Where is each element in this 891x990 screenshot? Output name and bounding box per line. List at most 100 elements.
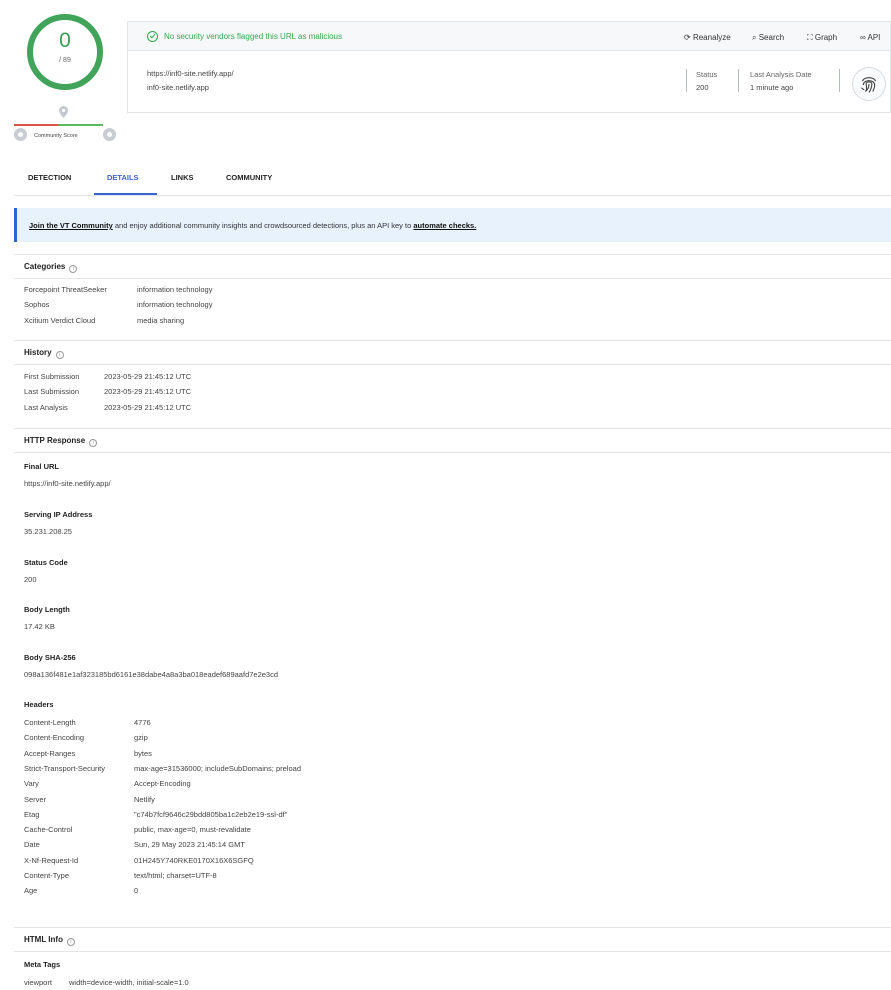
header-key: Vary bbox=[24, 779, 39, 789]
headers-label: Headers bbox=[24, 700, 54, 709]
location-pin-icon bbox=[59, 106, 68, 118]
html-info-title-text: HTML Info bbox=[24, 935, 63, 944]
join-community-link[interactable]: Join the VT Community bbox=[29, 221, 113, 230]
header-value: Sun, 29 May 2023 21:45:14 GMT bbox=[134, 840, 245, 850]
header-value: gzip bbox=[134, 733, 148, 743]
community-info-banner: Join the VT Community and enjoy addition… bbox=[14, 208, 891, 242]
divider bbox=[14, 927, 891, 928]
header-value: bytes bbox=[134, 748, 152, 758]
meta-key: viewport bbox=[24, 978, 52, 987]
header-value: 0 bbox=[134, 886, 139, 896]
verdict-message: No security vendors flagged this URL as … bbox=[164, 32, 343, 41]
status-code-value: 200 bbox=[24, 575, 37, 584]
community-upvote-icon[interactable] bbox=[103, 128, 116, 141]
serving-ip-label: Serving IP Address bbox=[24, 510, 93, 519]
status-code-label: Status Code bbox=[24, 558, 68, 567]
divider bbox=[738, 69, 739, 92]
header-value: "c74b7fcf9646c29bdd805ba1c2eb2e19-ssl-df… bbox=[134, 809, 288, 819]
last-analysis-value: 1 minute ago bbox=[750, 83, 794, 92]
history-key: Last Submission bbox=[24, 387, 80, 396]
category-value: information technology bbox=[137, 300, 213, 309]
api-button[interactable]: ∞ API bbox=[860, 33, 880, 42]
category-value: information technology bbox=[137, 285, 213, 294]
categories-title-text: Categories bbox=[24, 262, 66, 271]
tab-detection[interactable]: DETECTION bbox=[28, 173, 71, 182]
check-circle-icon bbox=[147, 31, 158, 42]
last-analysis-label: Last Analysis Date bbox=[750, 70, 812, 79]
header-value: 4776 bbox=[134, 718, 151, 727]
header-value: public, max-age=0, must-revalidate bbox=[134, 825, 251, 835]
header-value: text/html; charset=UTF-8 bbox=[134, 871, 217, 880]
history-title: History i bbox=[24, 348, 64, 359]
meta-tags-label: Meta Tags bbox=[24, 960, 61, 969]
history-key: Last Analysis bbox=[24, 403, 68, 412]
header-key: Date bbox=[24, 840, 40, 850]
serving-ip-value[interactable]: 35.231.208.25 bbox=[24, 527, 72, 536]
history-value: 2023-05-29 21:45:12 UTC bbox=[104, 403, 192, 412]
header-key: X-Nf-Request-Id bbox=[24, 855, 79, 865]
search-label: Search bbox=[758, 33, 785, 42]
api-icon: ∞ bbox=[860, 33, 866, 42]
header-value: Netlify bbox=[134, 794, 155, 804]
divider bbox=[14, 428, 891, 429]
graph-icon: ⛶ bbox=[807, 33, 813, 42]
reanalyze-button[interactable]: ⟳ Reanalyze bbox=[684, 33, 731, 42]
header-key: Age bbox=[24, 886, 38, 896]
url-summary-card: No security vendors flagged this URL as … bbox=[127, 21, 891, 113]
http-response-title-text: HTTP Response bbox=[24, 436, 86, 445]
history-value: 2023-05-29 21:45:12 UTC bbox=[104, 387, 192, 396]
divider bbox=[14, 195, 891, 196]
info-icon[interactable]: i bbox=[69, 265, 78, 273]
divider bbox=[14, 951, 891, 952]
graph-button[interactable]: ⛶ Graph bbox=[807, 33, 837, 43]
header-key: Server bbox=[24, 794, 47, 804]
divider bbox=[14, 278, 891, 279]
automate-checks-link[interactable]: automate checks. bbox=[413, 221, 476, 230]
body-length-label: Body Length bbox=[24, 605, 70, 614]
community-score-bar bbox=[14, 124, 103, 126]
graph-label: Graph bbox=[814, 33, 838, 42]
body-sha256-value[interactable]: 098a136f481e1af323185bd6161e38dabe4a8a3b… bbox=[24, 670, 278, 679]
history-value: 2023-05-29 21:45:12 UTC bbox=[104, 372, 192, 381]
tab-details[interactable]: DETAILS bbox=[107, 173, 139, 182]
header-key: Accept-Ranges bbox=[24, 748, 76, 758]
html-info-title: HTML Info i bbox=[24, 935, 75, 946]
info-icon[interactable]: i bbox=[89, 439, 98, 447]
scanned-url[interactable]: https://inf0-site.netlify.app/ bbox=[147, 69, 234, 78]
meta-value: width=device-width, initial-scale=1.0 bbox=[69, 978, 189, 987]
header-value: Accept-Encoding bbox=[134, 779, 191, 789]
categories-title: Categories i bbox=[24, 262, 78, 273]
reanalyze-icon: ⟳ bbox=[684, 33, 691, 42]
history-key: First Submission bbox=[24, 372, 80, 381]
info-icon[interactable]: i bbox=[55, 351, 64, 359]
community-downvote-icon[interactable] bbox=[14, 128, 27, 141]
body-length-value: 17.42 KB bbox=[24, 622, 55, 631]
header-key: Content-Encoding bbox=[24, 733, 85, 743]
final-url-value[interactable]: https://inf0-site.netlify.app/ bbox=[24, 479, 111, 488]
status-value: 200 bbox=[696, 83, 709, 92]
header-value: max-age=31536000; includeSubDomains; pre… bbox=[134, 763, 301, 773]
category-value: media sharing bbox=[137, 316, 185, 325]
header-key: Content-Type bbox=[24, 871, 70, 880]
api-label: API bbox=[867, 33, 881, 42]
fingerprint-icon bbox=[852, 67, 886, 101]
verdict-banner: No security vendors flagged this URL as … bbox=[128, 22, 890, 51]
final-url-label: Final URL bbox=[24, 462, 59, 471]
community-info-middle: and enjoy additional community insights … bbox=[112, 221, 414, 230]
divider bbox=[14, 364, 891, 365]
search-button[interactable]: ⌕ Search bbox=[752, 33, 784, 43]
info-icon[interactable]: i bbox=[66, 938, 75, 946]
reanalyze-label: Reanalyze bbox=[692, 33, 731, 42]
body-sha256-label: Body SHA-256 bbox=[24, 653, 76, 662]
tab-links[interactable]: LINKS bbox=[171, 173, 194, 182]
header-key: Content-Length bbox=[24, 718, 76, 727]
category-vendor: Xcitium Verdict Cloud bbox=[24, 316, 96, 325]
category-vendor: Sophos bbox=[24, 300, 50, 309]
scanned-host[interactable]: inf0-site.netlify.app bbox=[147, 83, 209, 92]
tab-community[interactable]: COMMUNITY bbox=[226, 173, 272, 182]
header-key: Strict-Transport-Security bbox=[24, 763, 105, 773]
category-vendor: Forcepoint ThreatSeeker bbox=[24, 285, 107, 294]
header-key: Cache-Control bbox=[24, 825, 73, 835]
detection-count: 0 bbox=[59, 29, 71, 52]
detection-score-ring: 0 / 89 bbox=[27, 14, 103, 90]
